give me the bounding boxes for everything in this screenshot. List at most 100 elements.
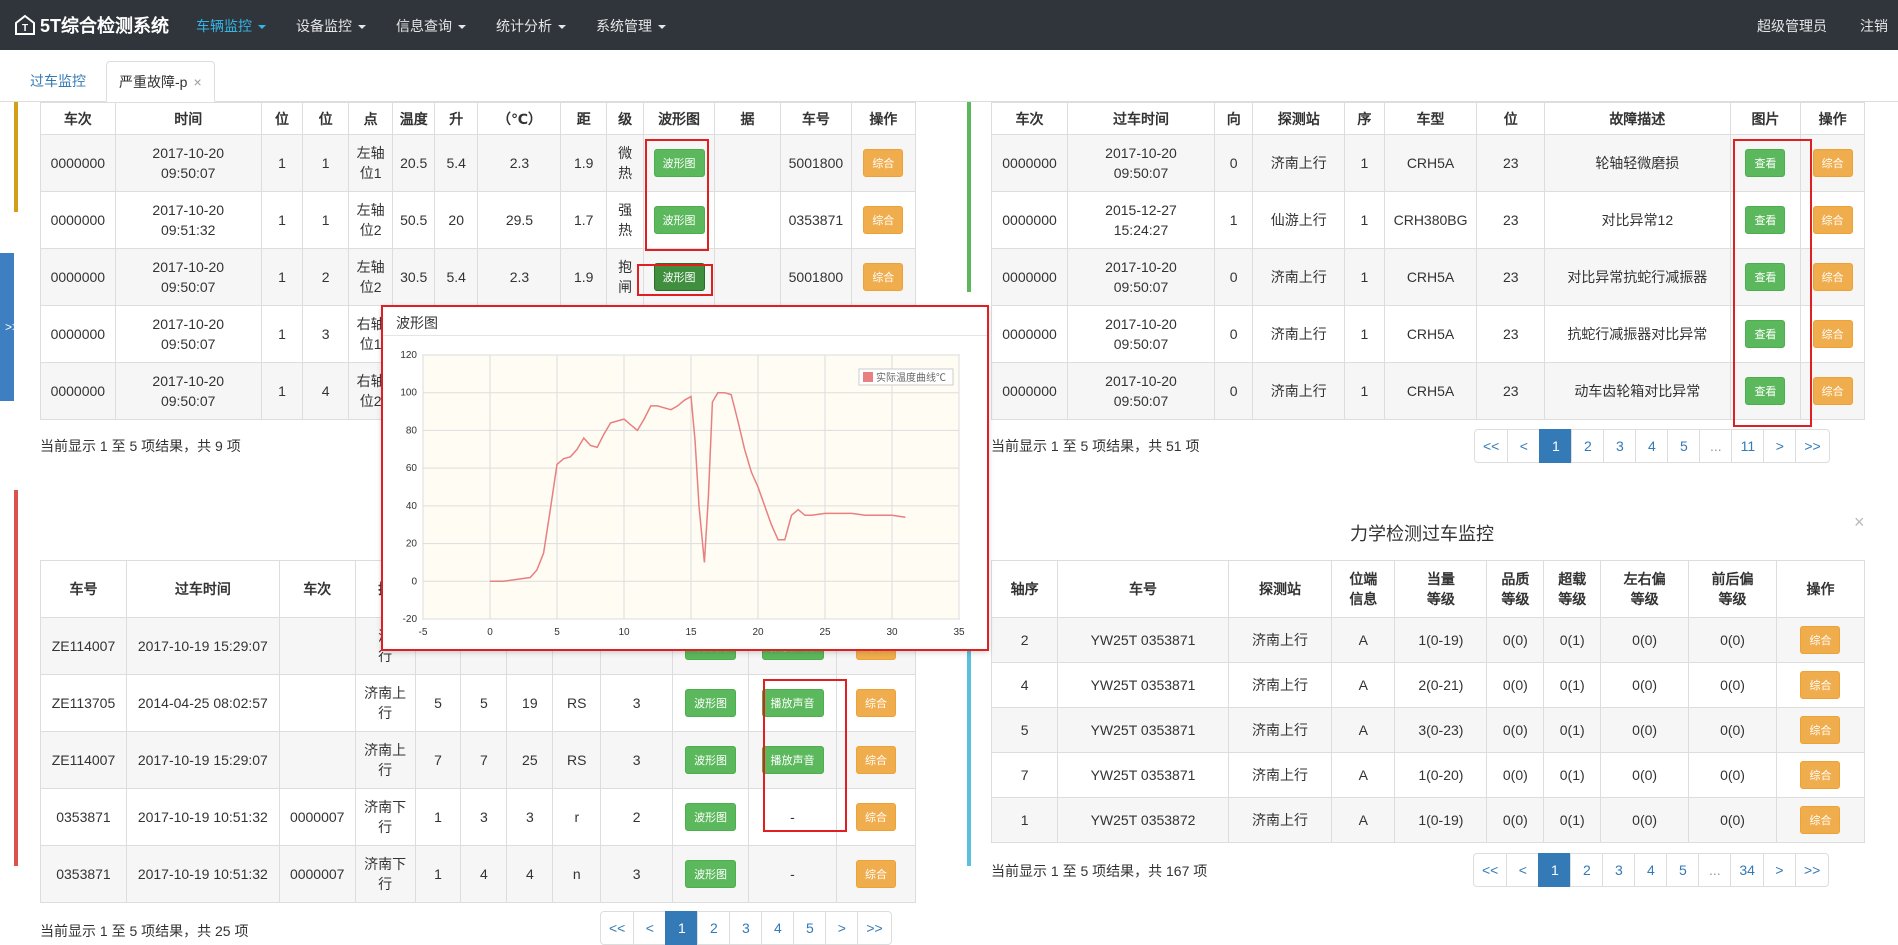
table-row[interactable]: 0000000 2017-10-20 09:51:32 1 1 左轴 位2 50.5… <box>40 191 917 249</box>
detail-button[interactable]: 综合 <box>1800 806 1841 834</box>
page-34[interactable]: 34 <box>1730 853 1764 887</box>
page-1[interactable]: 1 <box>1539 429 1573 463</box>
waveform-button[interactable]: 波形图 <box>685 860 737 888</box>
page-1[interactable]: 1 <box>665 911 699 945</box>
page-last[interactable]: >> <box>1794 853 1830 887</box>
detail-button[interactable]: 综合 <box>1812 320 1853 348</box>
page-2[interactable]: 2 <box>697 911 731 945</box>
detail-button[interactable]: 综合 <box>855 860 896 888</box>
table-row[interactable]: 0000000 2017-10-20 09:50:07 0 济南上行 1 CRH5… <box>990 305 1865 363</box>
page-4[interactable]: 4 <box>1635 429 1669 463</box>
detail-button[interactable]: 综合 <box>855 746 896 774</box>
table-row[interactable]: 2 YW25T 0353871 济南上行 A 1(0-19) 0(0) 0(1)… <box>990 617 1866 663</box>
detail-button[interactable]: 综合 <box>1812 263 1853 291</box>
page-prev[interactable]: < <box>1507 429 1541 463</box>
detail-button[interactable]: 综合 <box>1812 377 1853 405</box>
table-row[interactable]: ZE114007 2017-10-19 15:29:07 济南上行 7 7 25… <box>40 731 917 789</box>
detail-button[interactable]: 综合 <box>855 803 896 831</box>
page-first[interactable]: << <box>1473 853 1508 887</box>
view-button[interactable]: 查看 <box>1745 263 1786 291</box>
page-5[interactable]: 5 <box>1666 853 1700 887</box>
close-icon[interactable]: × <box>1854 512 1865 533</box>
detail-button[interactable]: 综合 <box>863 206 904 234</box>
waveform-button[interactable]: 波形图 <box>653 149 705 177</box>
menu-vehicle-monitor[interactable]: 车辆监控 <box>196 16 266 36</box>
page-3[interactable]: 3 <box>1602 853 1636 887</box>
play-sound-button[interactable]: 播放声音 <box>761 746 824 774</box>
cell: 3 <box>600 731 674 789</box>
view-button[interactable]: 查看 <box>1745 320 1786 348</box>
play-sound-button[interactable]: 播放声音 <box>761 689 824 717</box>
detail-button[interactable]: 综合 <box>1800 716 1841 744</box>
header-line: 操作 <box>1806 581 1835 597</box>
cell: 济南上行 <box>1227 797 1333 843</box>
page-2[interactable]: 2 <box>1571 429 1605 463</box>
table-row[interactable]: 0353871 2017-10-19 10:51:32 0000007 济南下行… <box>40 845 917 903</box>
detail-button[interactable]: 综合 <box>1812 149 1853 177</box>
table-row[interactable]: 0353871 2017-10-19 10:51:32 0000007 济南下行… <box>40 788 917 846</box>
table-row[interactable]: 0000000 2017-10-20 09:50:07 1 2 左轴 位2 30.5… <box>40 248 917 306</box>
waveform-button-active[interactable]: 波形图 <box>653 263 705 291</box>
table-row[interactable]: 0000000 2015-12-27 15:24:27 1 仙游上行 1 CRH3… <box>990 191 1865 249</box>
page-next[interactable]: > <box>1763 429 1797 463</box>
brand[interactable]: T 5T综合检测系统 <box>14 12 169 38</box>
waveform-button[interactable]: 波形图 <box>685 746 737 774</box>
cell: CRH5A <box>1383 362 1478 420</box>
detail-button[interactable]: 综合 <box>863 149 904 177</box>
page-next[interactable]: > <box>825 911 859 945</box>
menu-info-query[interactable]: 信息查询 <box>396 16 466 36</box>
close-icon[interactable]: × <box>193 74 201 90</box>
page-5[interactable]: 5 <box>793 911 827 945</box>
detail-button[interactable]: 综合 <box>1800 761 1841 789</box>
detail-button[interactable]: 综合 <box>863 263 904 291</box>
table-row[interactable]: 5 YW25T 0353871 济南上行 A 3(0-23) 0(0) 0(1)… <box>990 707 1866 753</box>
tab-pass-monitor[interactable]: 过车监控 <box>18 61 98 102</box>
page-last[interactable]: >> <box>1795 429 1830 463</box>
page-1[interactable]: 1 <box>1538 853 1572 887</box>
detail-button[interactable]: 综合 <box>1800 671 1841 699</box>
page-next[interactable]: > <box>1762 853 1796 887</box>
table-row[interactable]: 0000000 2017-10-20 09:50:07 0 济南上行 1 CRH5… <box>990 134 1865 192</box>
page-11[interactable]: 11 <box>1731 429 1765 463</box>
table-row[interactable]: 7 YW25T 0353871 济南上行 A 1(0-20) 0(0) 0(1)… <box>990 752 1866 798</box>
page-last[interactable]: >> <box>857 911 892 945</box>
table-row[interactable]: ZE113705 2014-04-25 08:02:57 济南上行 5 5 19… <box>40 674 917 732</box>
page-4[interactable]: 4 <box>761 911 795 945</box>
page-first[interactable]: << <box>1474 429 1509 463</box>
page-first[interactable]: << <box>600 911 635 945</box>
table-row[interactable]: 0000000 2017-10-20 09:50:07 0 济南上行 1 CRH5… <box>990 248 1865 306</box>
page-prev[interactable]: < <box>1506 853 1540 887</box>
page-3[interactable]: 3 <box>1603 429 1637 463</box>
table-row[interactable]: 0000000 2017-10-20 09:50:07 1 1 左轴 位1 20.5… <box>40 134 917 192</box>
cell-date: 2017-10-20 <box>1105 145 1177 161</box>
table-row[interactable]: 0000000 2017-10-20 09:50:07 0 济南上行 1 CRH5… <box>990 362 1865 420</box>
menu-statistics[interactable]: 统计分析 <box>496 16 566 36</box>
logout-link[interactable]: 注销 <box>1860 16 1888 36</box>
page-2[interactable]: 2 <box>1570 853 1604 887</box>
tab-severe-fault[interactable]: 严重故障-p × <box>106 61 215 102</box>
user-name[interactable]: 超级管理员 <box>1757 16 1827 36</box>
detail-button[interactable]: 综合 <box>1800 626 1841 654</box>
cell-wave: 波形图 <box>643 134 715 192</box>
page-prev[interactable]: < <box>633 911 667 945</box>
header-line: 当量 <box>1426 571 1455 587</box>
view-button[interactable]: 查看 <box>1745 206 1786 234</box>
cell-date: 2017-10-20 <box>152 259 225 275</box>
detail-button[interactable]: 综合 <box>1812 206 1853 234</box>
view-button[interactable]: 查看 <box>1745 149 1786 177</box>
waveform-button[interactable]: 波形图 <box>653 206 705 234</box>
page-4[interactable]: 4 <box>1634 853 1668 887</box>
page-ellipsis: ... <box>1698 853 1732 887</box>
menu-device-monitor[interactable]: 设备监控 <box>296 16 366 36</box>
waveform-button[interactable]: 波形图 <box>685 803 737 831</box>
menu-system-admin[interactable]: 系统管理 <box>596 16 666 36</box>
page-5[interactable]: 5 <box>1667 429 1701 463</box>
table-row[interactable]: 1 YW25T 0353872 济南上行 A 1(0-19) 0(0) 0(1)… <box>990 797 1866 843</box>
detail-button[interactable]: 综合 <box>855 689 896 717</box>
cell: 23 <box>1476 305 1546 363</box>
waveform-button[interactable]: 波形图 <box>685 689 737 717</box>
page-3[interactable]: 3 <box>729 911 763 945</box>
view-button[interactable]: 查看 <box>1745 377 1786 405</box>
table-row[interactable]: 4 YW25T 0353871 济南上行 A 2(0-21) 0(0) 0(1)… <box>990 662 1866 708</box>
cell-line: 左轴 <box>356 145 385 161</box>
